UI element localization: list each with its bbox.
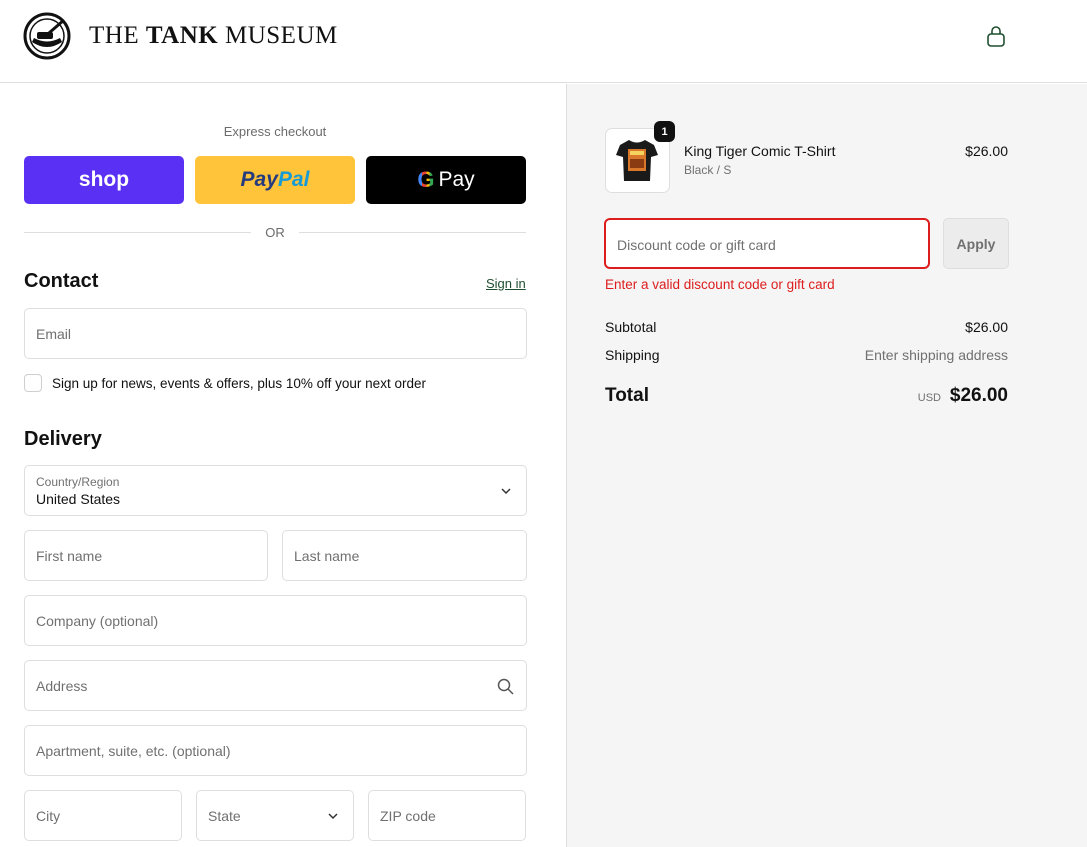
express-checkout-label: Express checkout (223, 124, 327, 139)
paypal-button[interactable]: Pay Pal (195, 156, 355, 204)
shop-pay-button[interactable]: shop (24, 156, 184, 204)
shipping-value: Enter shipping address (864, 347, 1008, 363)
newsletter-label: Sign up for news, events & offers, plus … (52, 375, 426, 391)
brand-prefix: THE (89, 22, 140, 49)
apply-discount-button[interactable]: Apply (943, 218, 1009, 269)
brand-name: THE TANK MUSEUM (89, 22, 338, 50)
product-price: $26.00 (965, 143, 1008, 159)
quantity-badge: 1 (654, 121, 675, 142)
address-field[interactable]: Address (24, 660, 527, 711)
product-name: King Tiger Comic T-Shirt (684, 143, 836, 159)
company-placeholder: Company (optional) (36, 613, 159, 629)
search-icon (497, 678, 514, 695)
last-name-field[interactable]: Last name (282, 530, 527, 581)
google-g-icon: G (417, 167, 435, 192)
shop-pay-label: shop (78, 168, 130, 191)
subtotal-value: $26.00 (965, 319, 1008, 335)
delivery-heading: Delivery (24, 428, 102, 450)
shipping-label: Shipping (605, 347, 660, 363)
state-select[interactable]: State (196, 790, 354, 841)
last-name-placeholder: Last name (294, 548, 360, 564)
paypal-label-part1: Pay (240, 168, 278, 191)
divider-line (298, 231, 526, 233)
email-field[interactable]: Email (24, 308, 527, 359)
discount-error-message: Enter a valid discount code or gift card (605, 277, 835, 292)
state-placeholder: State (208, 808, 241, 824)
zip-field[interactable]: ZIP code (368, 790, 526, 841)
newsletter-row: Sign up for news, events & offers, plus … (24, 374, 426, 392)
first-name-field[interactable]: First name (24, 530, 268, 581)
address-placeholder: Address (36, 678, 88, 694)
brand-bold: TANK (145, 22, 219, 49)
newsletter-checkbox[interactable] (24, 374, 42, 392)
order-summary-column: 1 King Tiger Comic T-Shirt Black / S $26… (566, 84, 1087, 847)
google-pay-label: Pay (438, 168, 475, 191)
site-header: THE TANK MUSEUM (0, 0, 1087, 83)
paypal-label-part2: Pal (277, 168, 310, 191)
apartment-field[interactable]: Apartment, suite, etc. (optional) (24, 725, 527, 776)
contact-heading: Contact (24, 270, 99, 292)
subtotal-label: Subtotal (605, 319, 657, 335)
divider-line (24, 231, 252, 233)
country-label: Country/Region (36, 475, 120, 489)
city-field[interactable]: City (24, 790, 182, 841)
discount-placeholder: Discount code or gift card (617, 237, 776, 253)
or-label: OR (265, 224, 285, 240)
chevron-down-icon (328, 813, 338, 820)
total-value: $26.00 (949, 385, 1008, 406)
brand-logo[interactable]: THE TANK MUSEUM (23, 12, 338, 60)
google-pay-button[interactable]: G Pay (366, 156, 526, 204)
chevron-down-icon (501, 488, 511, 495)
checkout-form-column: Express checkout shop Pay Pal G Pay OR Co… (0, 84, 566, 847)
country-select[interactable]: Country/Region United States (24, 465, 527, 516)
sign-in-link[interactable]: Sign in (486, 276, 526, 291)
product-variant: Black / S (684, 163, 732, 177)
country-value: United States (36, 491, 121, 507)
email-placeholder: Email (36, 326, 72, 342)
total-label: Total (605, 385, 649, 406)
first-name-placeholder: First name (36, 548, 103, 564)
total-currency: USD (917, 392, 941, 404)
company-field[interactable]: Company (optional) (24, 595, 527, 646)
product-thumbnail: 1 (605, 121, 675, 193)
brand-suffix: MUSEUM (224, 22, 338, 49)
shopping-bag-icon[interactable] (985, 26, 1007, 48)
city-placeholder: City (36, 808, 61, 824)
or-divider: OR (24, 223, 526, 241)
zip-placeholder: ZIP code (380, 808, 436, 824)
apartment-placeholder: Apartment, suite, etc. (optional) (36, 743, 231, 759)
tank-museum-logo-icon (23, 12, 71, 60)
discount-code-input[interactable]: Discount code or gift card (604, 218, 930, 269)
